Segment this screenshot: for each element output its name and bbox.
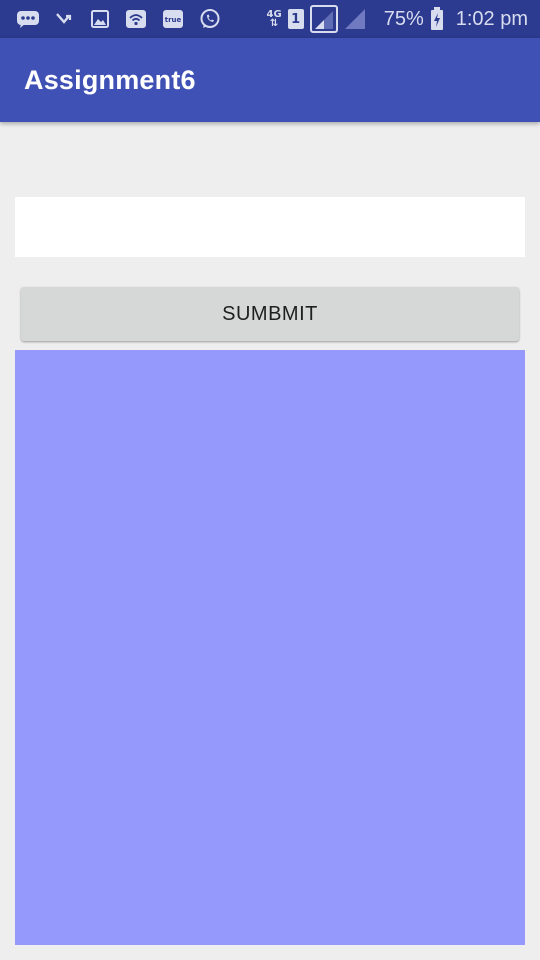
clock: 1:02 pm [455,7,528,30]
system-status: 4G ⇅ 1 75% 1:02 pm [267,5,528,33]
signal-sim2-icon [344,8,366,30]
missed-call-icon [55,8,75,30]
data-arrows-icon: ⇅ [269,18,279,29]
sim-slot-badge: 1 [287,9,304,29]
status-bar: true 4G ⇅ 1 75% 1:02 pm [0,0,540,38]
submit-button[interactable]: SUMBMIT [21,287,519,341]
notification-icons: true [16,8,221,30]
whatsapp-icon [199,8,221,30]
wifi-icon [125,8,147,30]
text-input[interactable] [15,197,525,257]
app-title: Assignment6 [24,65,196,95]
result-panel [15,350,525,945]
battery-charging-icon [430,7,444,30]
signal-sim1-icon [309,5,338,33]
message-icon [16,8,40,30]
battery-percentage: 75% [383,7,424,30]
true-app-icon: true [162,8,184,30]
gallery-icon [90,8,110,30]
app-bar: Assignment6 [0,38,540,122]
true-app-label: true [165,16,182,24]
network-type-indicator: 4G ⇅ [267,10,282,29]
